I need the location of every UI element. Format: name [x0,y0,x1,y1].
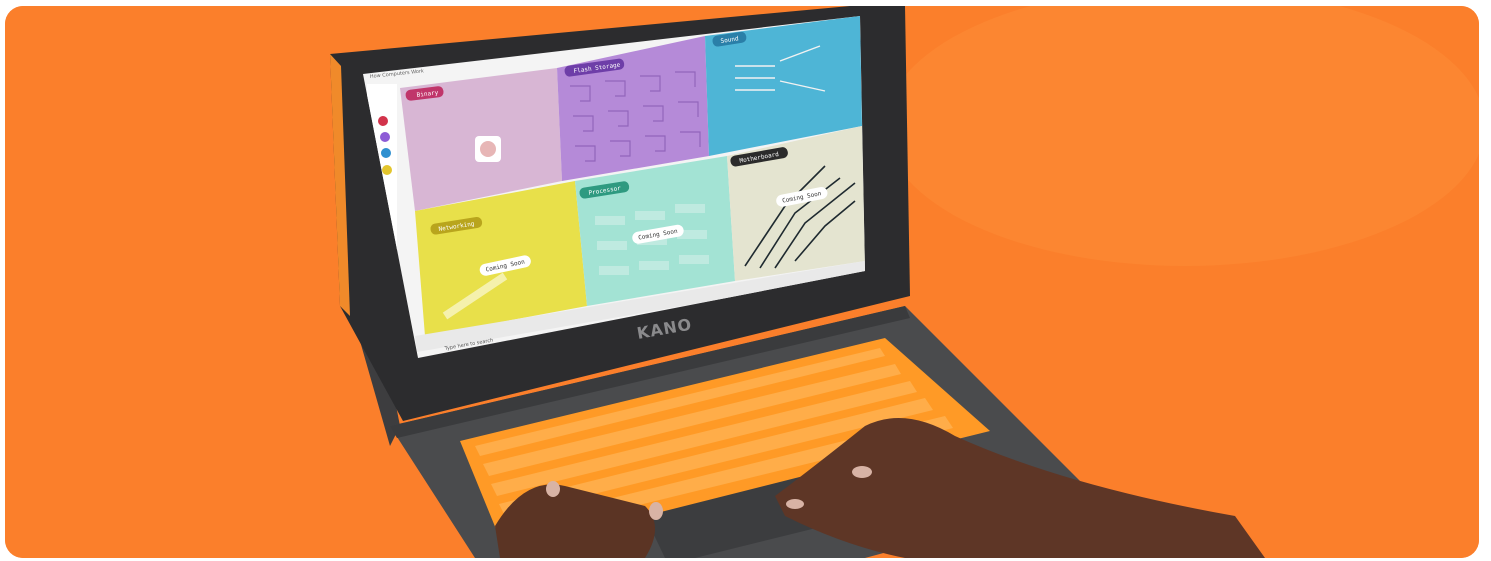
tablet-photo: How Computers Work Binary Flash Storage … [5,6,1479,558]
menu-icon-purple[interactable] [380,132,390,142]
photo-frame: How Computers Work Binary Flash Storage … [5,6,1479,558]
menu-icon-blue[interactable] [381,148,391,158]
menu-icon-yellow[interactable] [382,165,392,175]
menu-icon-red[interactable] [378,116,388,126]
